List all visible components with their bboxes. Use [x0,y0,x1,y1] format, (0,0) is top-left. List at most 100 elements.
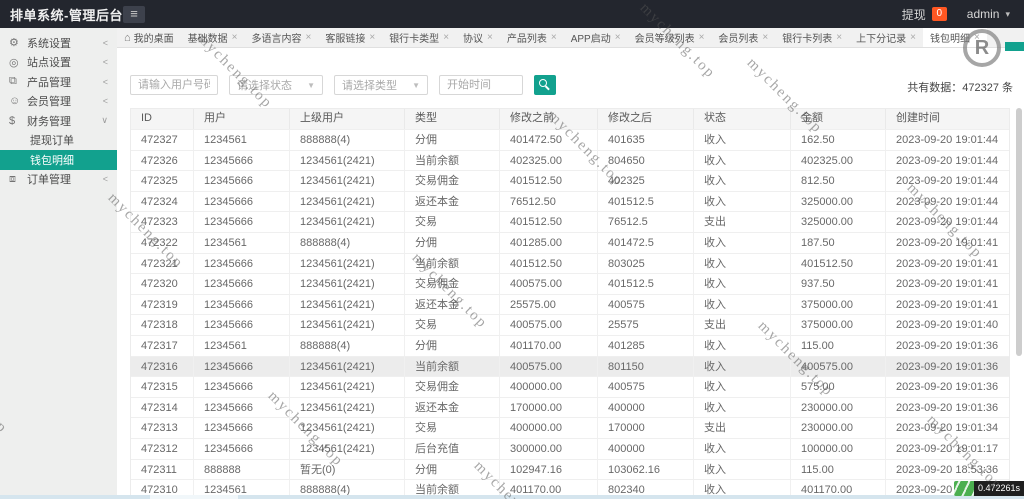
user-number-input[interactable] [130,75,218,95]
close-icon[interactable]: × [306,32,312,43]
table-cell: 170000 [598,418,694,438]
table-cell: 收入 [694,377,791,397]
start-time-input[interactable] [439,75,523,95]
table-cell: 888888(4) [290,232,405,253]
tab[interactable]: 钱包明细 × [922,28,987,47]
tab-label: 协议 [463,34,484,45]
horizontal-scrollbar-thumb[interactable] [150,495,238,499]
table-cell: 888888(4) [290,335,405,356]
horizontal-scrollbar[interactable] [0,495,1024,499]
table-cell: 收入 [694,253,791,274]
vertical-scrollbar[interactable] [1016,108,1022,356]
table-cell: 1234561(2421) [290,253,405,274]
order-icon: ⧈ [9,172,16,185]
tab[interactable]: 产品列表 × [500,28,564,47]
table-cell: 472313 [131,418,194,438]
sidebar-item[interactable]: $ 财务管理 ∨ [0,111,117,131]
table-row[interactable]: 472324 12345666 1234561(2421) 返还本金 76512.50 4… [131,190,1009,212]
table-cell: 12345666 [194,438,290,459]
sidebar-item[interactable]: 钱包明细 [0,150,117,170]
tab[interactable]: 协议 × [456,28,500,47]
table-row[interactable]: 472311 888888 暂无(0) 分佣 102947.16 103062.16 收入 1… [131,458,1009,480]
table-row[interactable]: 472327 1234561 888888(4) 分佣 401472.50 401635 收… [131,129,1009,150]
table-row[interactable]: 472312 12345666 1234561(2421) 后台充值 300000.00… [131,437,1009,459]
close-icon[interactable]: × [836,32,842,43]
table-cell: 2023-09-20 19:01:44 [896,134,999,146]
table-row[interactable]: 472321 12345666 1234561(2421) 当前余额 401512.50… [131,252,1009,274]
table-cell: 102947.16 [500,459,598,480]
user-menu[interactable]: admin [967,7,1000,21]
close-icon[interactable]: × [551,32,557,43]
table-cell: 2023-09-20 19:01:44 [896,154,999,167]
column-header: ID [131,109,194,129]
table-cell: 162.50 [791,130,886,150]
table-cell: 收入 [694,274,791,294]
sidebar-item[interactable]: ⧈ 订单管理 < [0,170,117,190]
table-cell: 575.00 [791,377,886,397]
gear-icon: ⚙ [9,37,19,50]
table-cell: 170000.00 [500,397,598,418]
tab[interactable]: 会员等级列表 × [628,28,712,47]
table-cell: 后台充值 [405,438,500,459]
table-cell: 402325.00 [500,150,598,171]
table-cell: 472326 [131,150,194,171]
table-row[interactable]: 472322 1234561 888888(4) 分佣 401285.00 401472.… [131,231,1009,253]
table-row[interactable]: 472317 1234561 888888(4) 分佣 401170.00 401285 收… [131,334,1009,356]
table-row[interactable]: 472319 12345666 1234561(2421) 返还本金 25575.00 4… [131,293,1009,315]
table-row[interactable]: 472320 12345666 1234561(2421) 交易佣金 400575.00… [131,273,1009,294]
sidebar-item[interactable]: 提现订单 [0,131,117,151]
table-row[interactable]: 472314 12345666 1234561(2421) 返还本金 170000.00… [131,396,1009,418]
close-icon[interactable]: × [762,32,768,43]
tab[interactable]: 会员列表 × [711,28,775,47]
tab[interactable]: 银行卡类型 × [382,28,456,47]
table-row[interactable]: 472318 12345666 1234561(2421) 交易 400575.00 25… [131,314,1009,335]
table-cell: 472323 [131,212,194,232]
withdraw-link[interactable]: 提现 [902,6,926,23]
table-cell: 472325 [131,171,194,191]
status-select[interactable]: 请选择状态 ▼ [229,75,323,95]
table-cell: 12345666 [194,294,290,315]
search-button[interactable] [534,75,556,95]
sidebar-item[interactable]: ⧉ 产品管理 < [0,72,117,92]
table-cell: 收入 [694,356,791,377]
close-icon[interactable]: × [487,32,493,43]
table-row[interactable]: 472313 12345666 1234561(2421) 交易 400000.00 17… [131,417,1009,438]
tab[interactable]: 多语言内容 × [245,28,319,47]
tab[interactable]: 银行卡列表 × [775,28,849,47]
tab[interactable]: 上下分记录 × [849,28,923,47]
sidebar-item[interactable]: ⚙ 系统设置 < [0,33,117,53]
tab[interactable]: 基础数据 × [181,28,245,47]
table-body: 472327 1234561 888888(4) 分佣 401472.50 401635 收… [131,129,1009,499]
table-cell: 472320 [131,274,194,294]
table-cell: 交易佣金 [405,274,500,294]
table-row[interactable]: 472325 12345666 1234561(2421) 交易佣金 401512.50… [131,170,1009,191]
hamburger-icon[interactable]: ≡ [123,5,145,23]
tab[interactable]: APP启动 × [564,28,628,47]
close-icon[interactable]: × [369,32,375,43]
close-icon[interactable]: × [910,32,916,43]
table-cell: 2023-09-20 19:01:40 [896,319,999,332]
table-row[interactable]: 472323 12345666 1234561(2421) 交易 401512.50 76… [131,211,1009,232]
table-cell: 401512.50 [500,212,598,232]
table-cell: 收入 [694,232,791,253]
table-cell: 2023-09-20 18:53:36 [896,463,999,476]
table-cell: 1234561(2421) [290,356,405,377]
table-row[interactable]: 472315 12345666 1234561(2421) 交易佣金 400000.00… [131,376,1009,397]
tab[interactable]: ⌂ 我的桌面 [117,28,181,47]
close-icon[interactable]: × [232,32,238,43]
type-select[interactable]: 请选择类型 ▼ [334,75,428,95]
table-cell: 12345666 [194,253,290,274]
tab[interactable]: 客服链接 × [318,28,382,47]
table-cell: 472324 [131,191,194,212]
sidebar-item[interactable]: ☺ 会员管理 < [0,92,117,112]
column-header: 类型 [405,109,500,129]
close-icon[interactable]: × [974,32,980,43]
close-icon[interactable]: × [615,32,621,43]
table-row[interactable]: 472326 12345666 1234561(2421) 当前余额 402325.00… [131,149,1009,171]
table-cell: 当前余额 [405,150,500,171]
close-icon[interactable]: × [699,32,705,43]
chevron-icon: < [102,76,108,87]
table-row[interactable]: 472316 12345666 1234561(2421) 当前余额 400575.00… [131,355,1009,377]
close-icon[interactable]: × [443,32,449,43]
sidebar-item[interactable]: ◎ 站点设置 < [0,53,117,73]
